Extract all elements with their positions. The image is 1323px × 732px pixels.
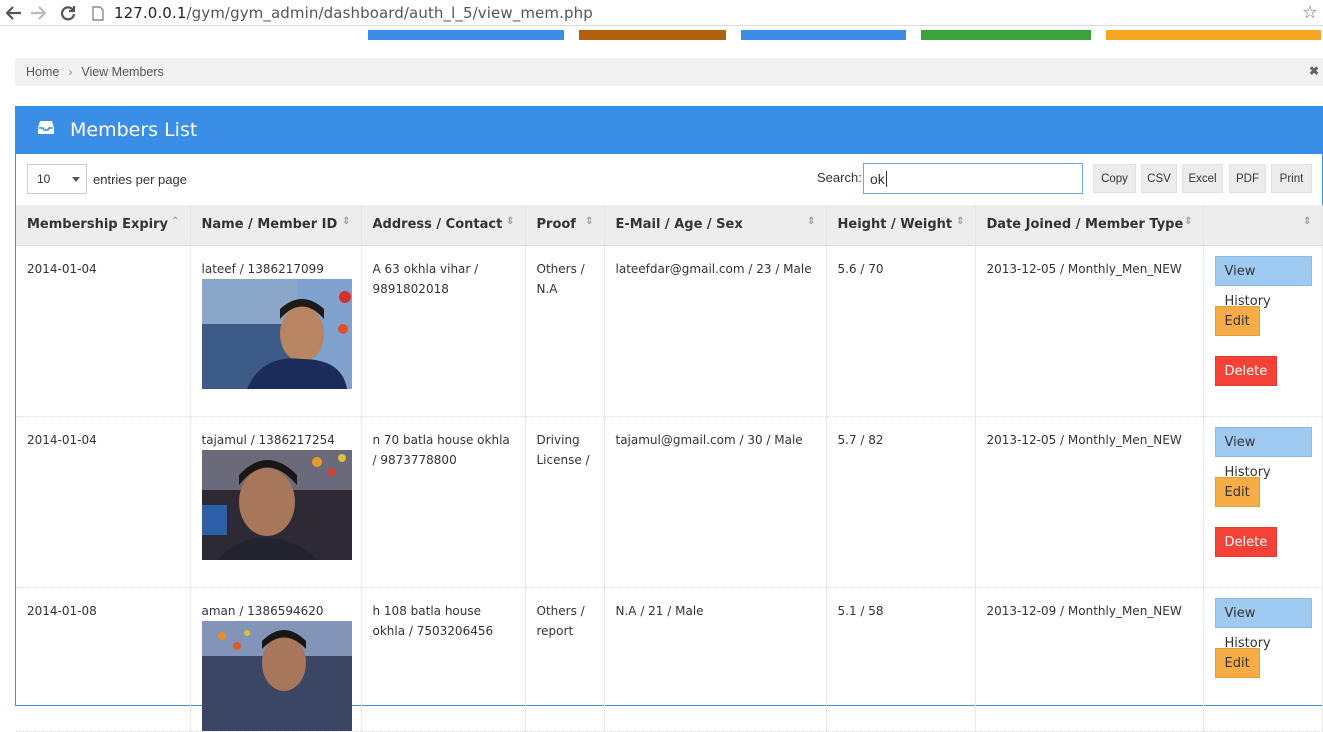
entries-per-page-select[interactable]: 10 [27,164,87,194]
entries-label: entries per page [93,172,187,187]
delete-button[interactable]: Delete [1214,526,1278,557]
cell-email: tajamul@gmail.com / 30 / Male [604,416,827,588]
panel-header: Members List [16,106,1323,154]
members-table: Membership Expiry ⌃ Name / Member ID ⇕ Add… [16,205,1323,732]
table-row: 2014-01-04 tajamul / 1386217254 n 70 bat… [16,416,1323,588]
sort-icon: ⇕ [1184,216,1193,227]
cell-joined: 2013-12-05 / Monthly_Men_NEW [975,245,1204,417]
col-address-contact[interactable]: Address / Contact ⇕ [361,205,526,246]
address-bar[interactable]: 127.0.0.1/gym/gym_admin/dashboard/auth_l… [90,2,1322,24]
cell-height-weight: 5.1 / 58 [826,587,976,732]
edit-button[interactable]: Edit [1214,647,1260,678]
cell-actions: View History Edit [1203,587,1323,732]
cell-name: tajamul / 1386217254 [190,416,362,588]
table-row: 2014-01-08 aman / 1386594620 h 108 batla… [16,587,1323,732]
cell-email: N.A / 21 / Male [604,587,827,732]
search-input[interactable]: ok [863,163,1083,194]
cell-email: lateefdar@gmail.com / 23 / Male [604,245,827,417]
view-history-button[interactable]: View History [1214,426,1312,480]
breadcrumb: Home › View Members ✖ [15,58,1323,86]
pdf-button[interactable]: PDF [1229,164,1266,193]
cell-address: n 70 batla house okhla / 9873778800 [361,416,526,588]
breadcrumb-separator: › [68,65,73,79]
sort-icon: ⇕ [807,216,816,227]
cell-proof: Others / report [525,587,605,732]
cell-address: h 108 batla house okhla / 7503206456 [361,587,526,732]
cell-proof: Others / N.A [525,245,605,417]
search-label: Search: [817,170,862,185]
stripe-5 [1106,30,1321,40]
col-proof[interactable]: Proof ⇕ [525,205,605,246]
sort-icon: ⇕ [585,216,594,227]
chevron-down-icon [72,177,80,182]
cell-name: aman / 1386594620 [190,587,362,732]
cell-actions: View History Edit Delete [1203,245,1323,417]
col-membership-expiry[interactable]: Membership Expiry ⌃ [16,205,191,246]
delete-button[interactable]: Delete [1214,355,1278,386]
col-name-member-id[interactable]: Name / Member ID ⇕ [190,205,362,246]
excel-button[interactable]: Excel [1182,164,1223,193]
cell-name: lateef / 1386217099 [190,245,362,417]
cell-joined: 2013-12-09 / Monthly_Men_NEW [975,587,1204,732]
close-icon[interactable]: ✖ [1309,64,1319,78]
cell-address: A 63 okhla vihar / 9891802018 [361,245,526,417]
forward-arrow-icon[interactable] [26,1,50,25]
edit-button[interactable]: Edit [1214,305,1260,336]
page-icon [90,4,106,22]
url-text: 127.0.0.1/gym/gym_admin/dashboard/auth_l… [114,4,593,22]
cell-expiry: 2014-01-04 [16,416,191,588]
bookmark-star-icon[interactable]: ☆ [1302,2,1318,23]
member-photo [201,449,352,560]
sort-icon: ⇕ [956,216,965,227]
col-actions[interactable]: ⇕ [1203,205,1323,246]
table-header-row: Membership Expiry ⌃ Name / Member ID ⇕ Add… [16,205,1323,246]
breadcrumb-current: View Members [81,65,164,79]
member-photo [201,278,352,389]
sort-icon: ⇕ [1303,216,1312,227]
stripe-3 [741,30,906,40]
edit-button[interactable]: Edit [1214,476,1260,507]
members-panel: Members List 10 entries per page Search:… [15,106,1323,732]
stripe-1 [368,30,564,40]
stripe-4 [921,30,1091,40]
view-history-button[interactable]: View History [1214,597,1312,651]
col-height-weight[interactable]: Height / Weight ⇕ [826,205,976,246]
cell-expiry: 2014-01-08 [16,587,191,732]
breadcrumb-home[interactable]: Home [26,65,59,79]
cell-proof: Driving License / [525,416,605,588]
panel-title: Members List [70,119,198,141]
stripe-2 [579,30,726,40]
cell-height-weight: 5.7 / 82 [826,416,976,588]
cell-expiry: 2014-01-04 [16,245,191,417]
view-history-button[interactable]: View History [1214,255,1312,309]
copy-button[interactable]: Copy [1093,164,1136,193]
reload-icon[interactable] [56,1,80,25]
col-date-joined-type[interactable]: Date Joined / Member Type ⇕ [975,205,1204,246]
member-photo [201,620,352,731]
cell-actions: View History Edit Delete [1203,416,1323,588]
sort-asc-icon: ⌃ [171,216,180,227]
sort-icon: ⇕ [506,216,515,227]
col-email-age-sex[interactable]: E-Mail / Age / Sex ⇕ [604,205,827,246]
cell-joined: 2013-12-05 / Monthly_Men_NEW [975,416,1204,588]
entries-value: 10 [37,172,51,186]
csv-button[interactable]: CSV [1141,164,1177,193]
back-arrow-icon[interactable] [2,1,26,25]
browser-toolbar: 127.0.0.1/gym/gym_admin/dashboard/auth_l… [0,0,1323,26]
table-row: 2014-01-04 lateef / 1386217099 A 63 okhl… [16,245,1323,417]
print-button[interactable]: Print [1271,164,1312,193]
inbox-icon [37,120,55,140]
sort-icon: ⇕ [342,216,351,227]
cell-height-weight: 5.6 / 70 [826,245,976,417]
